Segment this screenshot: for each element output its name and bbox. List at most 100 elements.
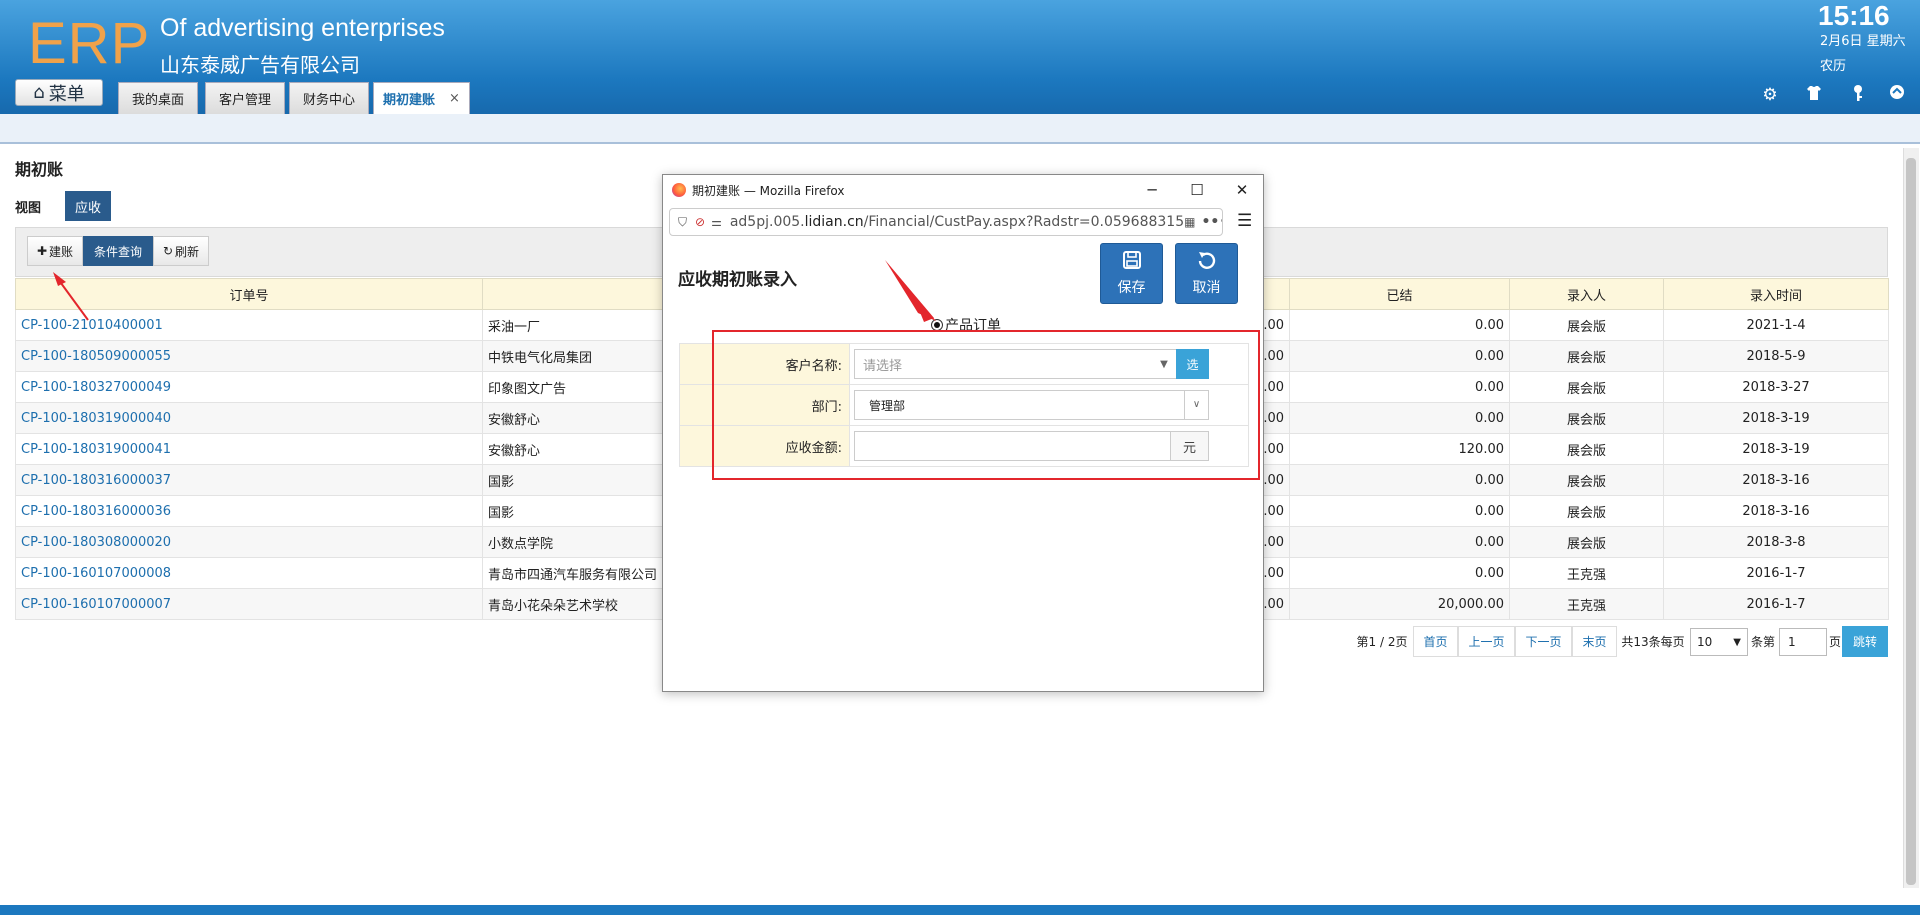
pager-first-button[interactable]: 首页 — [1413, 626, 1458, 657]
order-number-link[interactable]: CP-100-180319000040 — [15, 402, 483, 434]
view-label: 视图 — [15, 201, 42, 216]
create-account-label: 建账 — [49, 244, 74, 259]
customer-cell: 安徽舒心 — [482, 402, 663, 434]
settled-cell: 0.00 — [1289, 464, 1510, 496]
order-number-link[interactable]: CP-100-180327000049 — [15, 371, 483, 403]
collapse-up-icon[interactable] — [1886, 84, 1908, 106]
tab-finance-center[interactable]: 财务中心 — [289, 82, 369, 114]
entered-by-cell: 展会版 — [1509, 433, 1664, 465]
tab-label: 期初建账 — [383, 93, 436, 108]
url-host-prefix: ad5pj.005. — [729, 214, 805, 230]
page-number-input[interactable]: 1 — [1779, 628, 1827, 656]
pager-total: 共13条每页 — [1621, 635, 1685, 649]
entered-by-cell: 展会版 — [1509, 340, 1664, 372]
dialog-heading: 应收期初账录入 — [678, 270, 797, 290]
undo-icon — [1197, 250, 1217, 275]
order-number-link[interactable]: CP-100-21010400001 — [15, 309, 483, 341]
settled-cell: 0.00 — [1289, 495, 1510, 527]
entered-by-cell: 展会版 — [1509, 464, 1664, 496]
tab-customer-management[interactable]: 客户管理 — [205, 82, 285, 114]
customer-cell: 安徽舒心 — [482, 433, 663, 465]
view-receivable-button[interactable]: 应收 — [65, 191, 111, 221]
order-number-link[interactable]: CP-100-180316000037 — [15, 464, 483, 496]
entered-by-cell: 展会版 — [1509, 495, 1664, 527]
shield-icon: ⛉ — [678, 214, 688, 229]
lunar-link[interactable]: 农历 — [1820, 55, 1846, 74]
company-name: 山东泰威广告有限公司 — [160, 53, 360, 77]
col-header-entry-time[interactable]: 录入时间 — [1663, 278, 1889, 310]
settled-cell: 20,000.00 — [1289, 588, 1510, 620]
shirt-icon[interactable] — [1803, 84, 1825, 106]
entry-time-cell: 2018-5-9 — [1663, 340, 1889, 372]
condition-query-button[interactable]: 条件查询 — [83, 236, 153, 266]
refresh-button[interactable]: ↻ 刷新 — [153, 236, 209, 266]
entered-by-cell: 展会版 — [1509, 402, 1664, 434]
entry-time-cell: 2018-3-16 — [1663, 464, 1889, 496]
pager-prev-button[interactable]: 上一页 — [1458, 626, 1515, 657]
tab-opening-account[interactable]: 期初建账 × — [373, 82, 470, 114]
entry-time-cell: 2016-1-7 — [1663, 557, 1889, 589]
maximize-icon[interactable]: ☐ — [1177, 178, 1217, 202]
col-header-customer[interactable] — [482, 278, 663, 310]
cancel-button[interactable]: 取消 — [1175, 243, 1238, 304]
pager-next-button[interactable]: 下一页 — [1515, 626, 1572, 657]
url-path: /Financial/CustPay.aspx?Radstr=0.0596883… — [863, 214, 1185, 230]
more-icon[interactable]: ••• — [1201, 214, 1222, 230]
page-suffix: 页 — [1828, 635, 1841, 649]
col-header-order-no[interactable]: 订单号 — [15, 278, 483, 310]
tab-close-icon[interactable]: × — [449, 91, 460, 106]
save-button[interactable]: 保存 — [1100, 243, 1163, 304]
close-icon[interactable]: ✕ — [1222, 178, 1262, 202]
per-page-value: 10 — [1697, 635, 1713, 649]
pager-last-button[interactable]: 末页 — [1572, 626, 1617, 657]
sub-header-strip — [0, 114, 1920, 144]
tab-label: 客户管理 — [218, 93, 271, 108]
customer-cell: 国影 — [482, 464, 663, 496]
clock-time: 15:16 — [1818, 0, 1890, 31]
order-number-link[interactable]: CP-100-180308000020 — [15, 526, 483, 558]
pager-info: 第1 / 2页 — [1356, 635, 1408, 649]
key-icon[interactable] — [1847, 84, 1869, 106]
url-bar[interactable]: ⛉ ⊘ ⚌ ad5pj.005. lidian.cn/Financial/Cust… — [669, 208, 1223, 236]
customer-cell: 小数点学院 — [482, 526, 663, 558]
create-account-button[interactable]: ✚ 建账 — [27, 236, 83, 266]
refresh-icon: ↻ — [162, 244, 174, 258]
save-icon — [1122, 250, 1142, 275]
order-number-link[interactable]: CP-100-160107000007 — [15, 588, 483, 620]
tab-label: 我的桌面 — [131, 93, 184, 108]
per-page-suffix: 条第 — [1750, 635, 1775, 649]
plus-icon: ✚ — [36, 244, 48, 258]
order-number-link[interactable]: CP-100-180509000055 — [15, 340, 483, 372]
qr-icon[interactable]: ▦ — [1184, 215, 1195, 229]
firefox-icon — [672, 183, 686, 197]
per-page-select[interactable]: 10 ▼ — [1690, 628, 1748, 656]
entered-by-cell: 王克强 — [1509, 588, 1664, 620]
order-number-link[interactable]: CP-100-180316000036 — [15, 495, 483, 527]
minimize-icon[interactable]: ─ — [1132, 178, 1172, 202]
app-logo: ERP — [28, 11, 151, 76]
settled-cell: 120.00 — [1289, 433, 1510, 465]
entered-by-cell: 王克强 — [1509, 557, 1664, 589]
entry-time-cell: 2018-3-16 — [1663, 495, 1889, 527]
page-scrollbar-thumb[interactable] — [1906, 158, 1916, 885]
menu-button[interactable]: ⌂ 菜单 — [15, 79, 103, 106]
entry-time-cell: 2018-3-8 — [1663, 526, 1889, 558]
highlight-box — [712, 330, 1260, 480]
customer-cell: 青岛市四通汽车服务有限公司 — [482, 557, 663, 589]
chevron-down-icon: ▼ — [1733, 636, 1741, 648]
save-label: 保存 — [1117, 280, 1146, 296]
order-number-link[interactable]: CP-100-160107000008 — [15, 557, 483, 589]
cancel-label: 取消 — [1192, 280, 1221, 296]
order-number-link[interactable]: CP-100-180319000041 — [15, 433, 483, 465]
col-header-entered-by[interactable]: 录入人 — [1509, 278, 1664, 310]
pager-go-button[interactable]: 跳转 — [1842, 626, 1888, 657]
hamburger-menu-icon[interactable]: ☰ — [1237, 211, 1252, 231]
gear-icon[interactable]: ⚙ — [1759, 84, 1781, 106]
customer-cell: 青岛小花朵朵艺术学校 — [482, 588, 663, 620]
entry-time-cell: 2021-1-4 — [1663, 309, 1889, 341]
entered-by-cell: 展会版 — [1509, 309, 1664, 341]
tab-my-desktop[interactable]: 我的桌面 — [118, 82, 198, 114]
settled-cell: 0.00 — [1289, 371, 1510, 403]
col-header-settled[interactable]: 已结 — [1289, 278, 1510, 310]
tab-label: 财务中心 — [302, 93, 355, 108]
